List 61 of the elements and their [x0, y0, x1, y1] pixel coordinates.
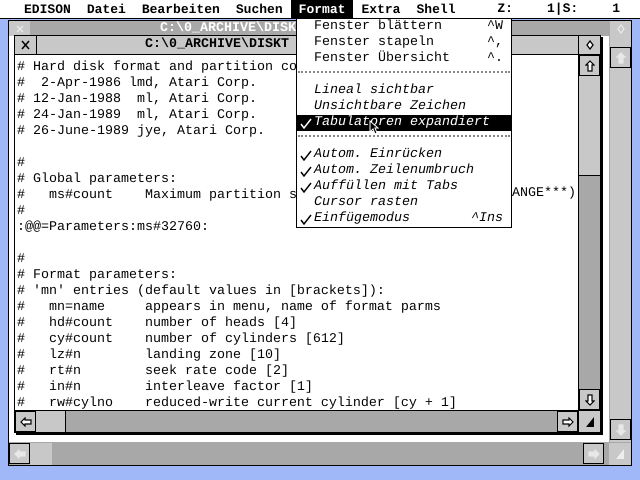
text-line: # — [17, 156, 25, 171]
text-line: ANGE***) — [512, 186, 576, 202]
text-line: # cy#count number of cylinders [612] — [17, 332, 345, 347]
arrow-icon — [588, 448, 600, 458]
close-button[interactable] — [15, 36, 37, 54]
arrow-icon — [616, 52, 626, 64]
window-title: C:\0_ARCHIVE\DISK — [160, 21, 296, 36]
arrow-icon — [616, 424, 626, 436]
arrow-icon — [20, 416, 32, 426]
menu-title[interactable]: Format — [290, 0, 354, 18]
check-icon — [300, 166, 312, 176]
check-icon — [300, 150, 312, 160]
arrow-icon — [14, 448, 26, 458]
text-line: # rw#cylno reduced-write current cylinder [cy + 1] — [17, 396, 457, 410]
check-icon — [300, 182, 312, 192]
text-line: # rt#n seek rate code [2] — [17, 364, 289, 379]
close-icon — [16, 24, 24, 32]
text-line: # Hard disk format and partition co — [17, 60, 297, 75]
arrow-icon — [584, 60, 594, 72]
text-line: # lz#n landing zone [10] — [17, 348, 281, 363]
text-line: # Format parameters: — [17, 268, 177, 283]
text-line: # 'mn' entries (default values in [brackets]): — [17, 284, 385, 299]
text-line: :@@=Parameters:ms#32760: — [17, 220, 209, 235]
scroll-right-button[interactable] — [557, 411, 578, 432]
close-icon — [21, 40, 30, 50]
scroll-thumb[interactable] — [30, 443, 52, 465]
status-text: Z: — [497, 0, 513, 18]
scroll-up-button[interactable] — [579, 55, 600, 76]
check-icon — [300, 214, 312, 224]
scroll-down-button[interactable] — [610, 419, 631, 440]
scroll-left-button[interactable] — [9, 443, 30, 464]
arrow-icon — [584, 394, 594, 406]
text-line: # — [17, 252, 25, 267]
text-line: # — [17, 204, 25, 219]
scroll-thumb[interactable] — [36, 411, 66, 432]
resize-icon — [584, 416, 594, 428]
diamond-icon — [586, 40, 594, 50]
arrow-icon — [562, 416, 574, 426]
text-line: # 12-Jan-1988 ml, Atari Corp. — [17, 92, 257, 107]
scroll-down-button[interactable] — [579, 389, 600, 410]
resize-icon — [615, 448, 625, 460]
diamond-icon — [616, 24, 624, 34]
close-button[interactable] — [9, 21, 31, 36]
fullbox-button[interactable] — [578, 36, 600, 54]
scroll-left-button[interactable] — [15, 411, 36, 432]
scroll-up-button[interactable] — [610, 47, 631, 68]
status-text: 1 — [612, 0, 620, 18]
text-line: # mn=name appears in menu, name of format parms — [17, 300, 441, 315]
text-line: # Global parameters: — [17, 172, 177, 187]
text-line: # hd#count number of heads [4] — [17, 316, 297, 331]
status-text: 1|S: — [546, 0, 578, 18]
text-line: # 26-June-1989 jye, Atari Corp. — [17, 124, 265, 139]
scroll-right-button[interactable] — [583, 443, 604, 464]
text-line: # in#n interleave factor [1] — [17, 380, 313, 395]
window-title: C:\0_ARCHIVE\DISKT — [145, 36, 289, 54]
text-line: # 24-Jan-1989 ml, Atari Corp. — [17, 108, 257, 123]
check-icon — [300, 118, 312, 128]
text-line: # ms#count Maximum partition s — [17, 188, 297, 203]
text-line: # 2-Apr-1986 lmd, Atari Corp. — [17, 76, 257, 91]
scroll-thumb[interactable] — [579, 76, 600, 176]
size-box[interactable] — [578, 411, 600, 432]
